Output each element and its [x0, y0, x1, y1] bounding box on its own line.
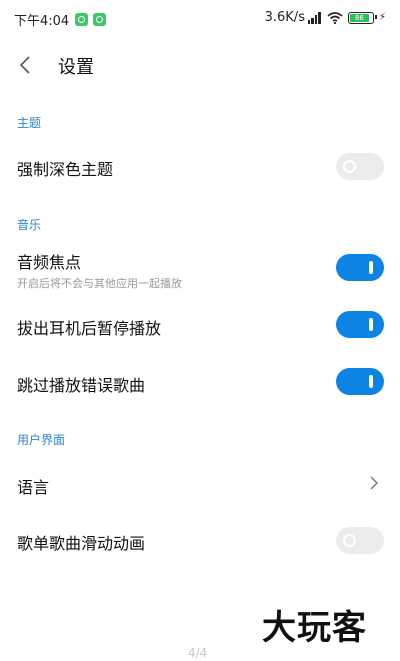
section-header-theme: 主题	[17, 116, 42, 130]
toggle-knob	[343, 534, 356, 547]
toggle-knob	[369, 318, 373, 331]
setting-scroll-animation-label: 歌单歌曲滑动动画	[17, 534, 146, 553]
back-arrow-icon	[19, 56, 30, 74]
setting-audio-focus-label: 音频焦点	[17, 253, 82, 272]
setting-pause-unplug-label: 拔出耳机后暂停播放	[17, 319, 162, 338]
back-button[interactable]	[10, 50, 40, 80]
chevron-right-icon[interactable]	[370, 476, 378, 490]
battery-level: 86	[349, 13, 369, 22]
section-header-music: 音乐	[17, 218, 42, 232]
status-bar: 下午4:04 3.6K/s 86 ⚡	[0, 0, 400, 36]
toggle-knob	[369, 375, 373, 388]
setting-dark-mode-label: 强制深色主题	[17, 160, 114, 179]
battery-icon: 86	[347, 11, 377, 24]
setting-skip-errors-label: 跳过播放错误歌曲	[17, 376, 146, 395]
page-title: 设置	[58, 57, 94, 78]
status-bar-right: 3.6K/s 86 ⚡	[265, 10, 386, 25]
charging-icon: ⚡	[378, 12, 386, 23]
top-bar: 设置	[0, 42, 400, 88]
setting-language-label[interactable]: 语言	[17, 474, 49, 498]
dark-mode-toggle[interactable]	[336, 153, 384, 180]
wifi-icon	[327, 11, 343, 24]
section-header-ui: 用户界面	[17, 433, 66, 447]
setting-audio-focus-subtitle: 开启后将不会与其他应用一起播放	[17, 277, 182, 290]
app-notification-icon	[93, 13, 107, 26]
toggle-knob	[369, 261, 373, 274]
status-time: 下午4:04	[14, 14, 70, 29]
app-notification-icon	[75, 13, 89, 26]
audio-focus-toggle[interactable]	[336, 254, 384, 281]
scroll-animation-toggle[interactable]	[336, 527, 384, 554]
pause-unplug-toggle[interactable]	[336, 311, 384, 338]
watermark-logo: 大玩客	[262, 608, 367, 648]
network-speed: 3.6K/s	[264, 10, 305, 25]
page-indicator: 4/4	[188, 646, 208, 660]
skip-errors-toggle[interactable]	[336, 368, 384, 395]
toggle-knob	[343, 160, 356, 173]
cellular-signal-icon	[307, 11, 322, 24]
status-bar-left: 下午4:04	[14, 10, 111, 29]
